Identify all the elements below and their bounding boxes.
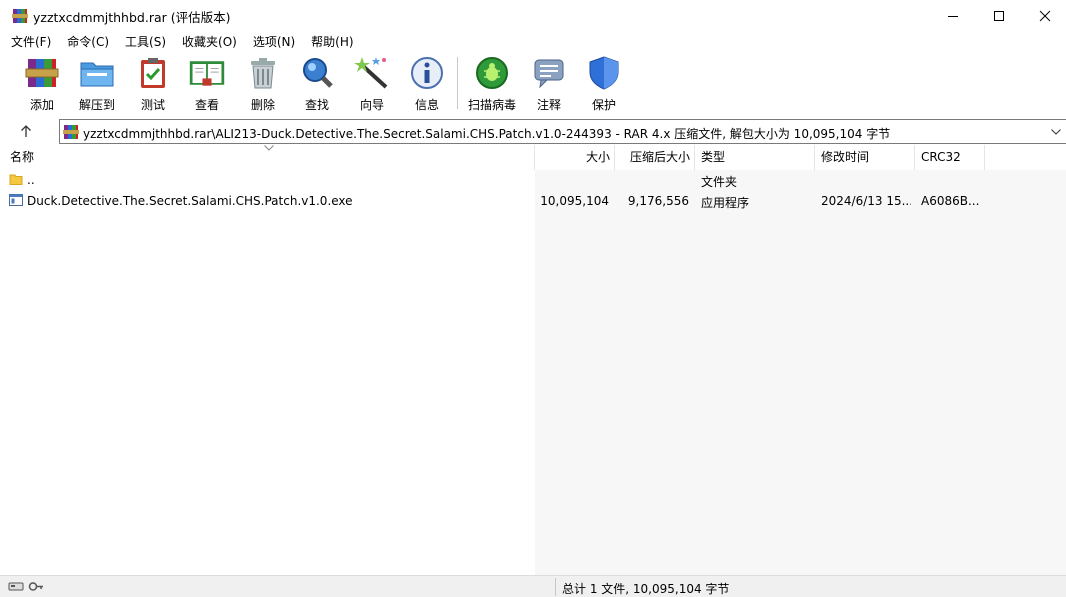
list-item[interactable]: .. 文件夹 <box>0 170 1066 191</box>
archive-add-icon <box>23 55 61 91</box>
shield-icon <box>585 55 623 91</box>
delete-button[interactable]: 删除 <box>243 55 283 113</box>
add-label: 添加 <box>29 98 54 112</box>
menu-file[interactable]: 文件(F) <box>0 31 57 51</box>
protect-label: 保护 <box>591 98 616 112</box>
virus-scan-icon <box>473 55 511 91</box>
menu-commands[interactable]: 命令(C) <box>57 31 115 51</box>
close-button[interactable] <box>1022 0 1066 31</box>
protect-button[interactable]: 保护 <box>584 55 624 113</box>
info-button[interactable]: 信息 <box>407 55 447 113</box>
winrar-app-icon <box>12 8 28 24</box>
arrow-up-icon <box>21 125 31 137</box>
comment-label: 注释 <box>536 98 561 112</box>
column-type[interactable]: 类型 <box>695 145 815 170</box>
scan-virus-button[interactable]: 扫描病毒 <box>466 55 518 113</box>
minimize-button[interactable] <box>930 0 976 31</box>
file-size: 10,095,104 <box>540 194 609 208</box>
address-dropdown-button[interactable] <box>1046 120 1066 143</box>
folder-extract-icon <box>78 55 116 91</box>
window-title: yzztxcdmmjthhbd.rar (评估版本) <box>33 10 231 25</box>
column-crc[interactable]: CRC32 <box>915 145 985 170</box>
sort-arrow-icon <box>264 145 274 151</box>
drive-key-icon <box>8 580 44 595</box>
wizard-label: 向导 <box>359 98 384 112</box>
delete-label: 删除 <box>250 98 275 112</box>
view-label: 查看 <box>194 98 219 112</box>
trash-icon <box>244 55 282 91</box>
archive-path: yzztxcdmmjthhbd.rar\ALI213-Duck.Detectiv… <box>83 127 891 141</box>
magnifier-icon <box>298 55 336 91</box>
file-crc: A6086B... <box>921 194 980 208</box>
menu-bar: 文件(F) 命令(C) 工具(S) 收藏夹(O) 选项(N) 帮助(H) <box>0 31 1066 51</box>
list-header: 名称 大小 压缩后大小 类型 修改时间 CRC32 <box>0 145 1066 170</box>
menu-tools[interactable]: 工具(S) <box>115 31 172 51</box>
menu-help[interactable]: 帮助(H) <box>301 31 359 51</box>
toolbar: 添加 解压到 测试 查看 删除 查找 向导 信息 扫描病毒 注释 保护 <box>0 51 1066 115</box>
extract-to-button[interactable]: 解压到 <box>77 55 117 113</box>
address-bar-row: yzztxcdmmjthhbd.rar\ALI213-Duck.Detectiv… <box>0 117 1066 145</box>
list-item[interactable]: Duck.Detective.The.Secret.Salami.CHS.Pat… <box>0 191 1066 212</box>
file-modified: 2024/6/13 15... <box>821 194 911 208</box>
menu-options[interactable]: 选项(N) <box>243 31 301 51</box>
folder-icon <box>9 172 23 189</box>
menu-favorites[interactable]: 收藏夹(O) <box>172 31 243 51</box>
up-folder-button[interactable] <box>14 121 38 141</box>
info-label: 信息 <box>414 98 439 112</box>
list-shaded-area <box>535 170 1066 575</box>
test-label: 测试 <box>140 98 165 112</box>
minimize-icon <box>948 15 958 17</box>
column-packed[interactable]: 压缩后大小 <box>615 145 695 170</box>
maximize-icon <box>994 10 1004 21</box>
address-bar[interactable]: yzztxcdmmjthhbd.rar\ALI213-Duck.Detectiv… <box>59 119 1066 144</box>
test-button[interactable]: 测试 <box>133 55 173 113</box>
book-icon <box>188 55 226 91</box>
comment-button[interactable]: 注释 <box>529 55 569 113</box>
find-button[interactable]: 查找 <box>297 55 337 113</box>
file-packed-size: 9,176,556 <box>627 194 689 208</box>
maximize-button[interactable] <box>976 0 1022 31</box>
exe-file-icon <box>9 193 23 210</box>
view-button[interactable]: 查看 <box>185 55 229 113</box>
status-separator <box>555 578 556 596</box>
info-icon <box>408 55 446 91</box>
extract-label: 解压到 <box>78 98 115 112</box>
column-size[interactable]: 大小 <box>535 145 615 170</box>
winrar-window: yzztxcdmmjthhbd.rar (评估版本) 文件(F) 命令(C) 工… <box>0 0 1066 597</box>
add-button[interactable]: 添加 <box>22 55 62 113</box>
status-bar: 总计 1 文件, 10,095,104 字节 <box>0 575 1066 597</box>
status-summary: 总计 1 文件, 10,095,104 字节 <box>562 582 730 596</box>
comment-icon <box>530 55 568 91</box>
clipboard-check-icon <box>134 55 172 91</box>
file-list: 名称 大小 压缩后大小 类型 修改时间 CRC32 .. 文件夹 Duck.De… <box>0 145 1066 575</box>
file-type: 应用程序 <box>701 196 750 210</box>
file-name: .. <box>27 173 35 187</box>
file-name: Duck.Detective.The.Secret.Salami.CHS.Pat… <box>27 194 353 208</box>
rar-archive-icon <box>63 124 79 140</box>
toolbar-separator <box>457 57 458 109</box>
magic-wand-icon <box>353 55 391 91</box>
find-label: 查找 <box>304 98 329 112</box>
close-icon <box>1039 10 1051 21</box>
title-bar[interactable]: yzztxcdmmjthhbd.rar (评估版本) <box>0 0 1066 31</box>
scan-label: 扫描病毒 <box>467 98 516 112</box>
column-modified[interactable]: 修改时间 <box>815 145 915 170</box>
chevron-down-icon <box>1051 128 1061 135</box>
file-type: 文件夹 <box>701 175 738 189</box>
wizard-button[interactable]: 向导 <box>352 55 392 113</box>
